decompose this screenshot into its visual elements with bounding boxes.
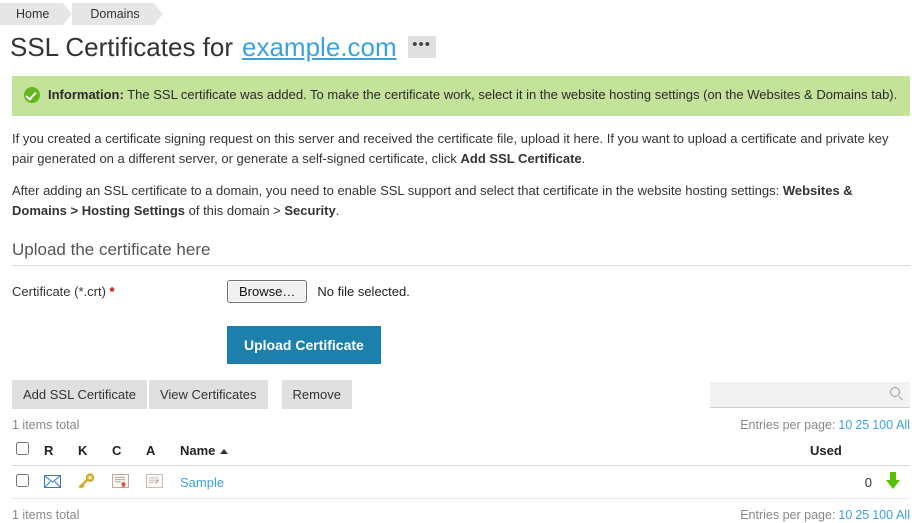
page-title: SSL Certificates for example.com ••• <box>10 33 922 62</box>
green-down-arrow-icon[interactable] <box>885 472 901 490</box>
paragraph-1-strong: Add SSL Certificate <box>460 150 582 166</box>
info-banner-text: Information: The SSL certificate was add… <box>48 86 897 105</box>
search-input[interactable] <box>710 381 910 407</box>
table-header-row: R K C A Name Used <box>12 438 910 467</box>
view-certificates-button[interactable]: View Certificates <box>148 380 268 410</box>
paragraph-1-text-a: If you created a certificate signing req… <box>12 131 889 166</box>
row-cell-k <box>74 465 108 500</box>
domain-link[interactable]: example.com <box>242 33 397 62</box>
more-options-button[interactable]: ••• <box>407 36 436 59</box>
paragraph-1-text-b: . <box>581 150 586 166</box>
upload-section-heading: Upload the certificate here <box>12 240 910 267</box>
sort-ascending-icon <box>220 449 229 454</box>
add-ssl-certificate-button[interactable]: Add SSL Certificate <box>12 380 147 410</box>
intro-paragraph-2: After adding an SSL certificate to a dom… <box>12 181 910 220</box>
entries-option-10-bottom[interactable]: 10 <box>838 508 852 522</box>
select-all-checkbox[interactable] <box>16 442 29 456</box>
paragraph-2-text-a: After adding an SSL certificate to a dom… <box>12 183 783 199</box>
row-cell-used: 0 <box>806 465 876 500</box>
table-head: R K C A Name Used <box>12 438 910 467</box>
table-body: Sample 0 <box>12 465 910 500</box>
search-box[interactable] <box>710 381 910 408</box>
certificate-field-label: Certificate (*.crt) * <box>12 284 227 299</box>
entries-option-25-bottom[interactable]: 25 <box>855 508 869 522</box>
column-c[interactable]: C <box>108 438 142 467</box>
info-banner-label: Information: <box>48 86 124 102</box>
browse-button[interactable]: Browse… <box>227 280 308 304</box>
upload-certificate-button[interactable]: Upload Certificate <box>227 326 381 365</box>
entries-option-100-top[interactable]: 100 <box>872 418 893 432</box>
info-banner: Information: The SSL certificate was add… <box>12 75 910 117</box>
pager-row-top: 1 items total Entries per page: 10 25 100 Al… <box>12 418 910 432</box>
check-circle-icon <box>24 86 40 103</box>
certificate-field-row: Certificate (*.crt) * Browse… No file se… <box>12 280 910 304</box>
submit-row: Upload Certificate <box>12 326 910 365</box>
column-download <box>876 438 910 467</box>
entries-per-page-label-bottom: Entries per page: <box>740 508 836 523</box>
pager-row-bottom: 1 items total Entries per page: 10 25 100 Al… <box>12 508 910 522</box>
row-cell-c <box>108 465 142 500</box>
certificate-name-link[interactable]: Sample <box>180 475 224 490</box>
row-cell-name: Sample <box>176 465 806 500</box>
column-used[interactable]: Used <box>806 438 876 467</box>
entries-per-page-label-top: Entries per page: <box>740 418 836 433</box>
entries-option-10-top[interactable]: 10 <box>838 418 852 432</box>
entries-option-100-bottom[interactable]: 100 <box>872 508 893 522</box>
column-name-label: Name <box>180 442 216 458</box>
row-cell-a <box>142 465 176 500</box>
paragraph-2-text-c: . <box>335 202 340 218</box>
list-toolbar: Add SSL Certificate View Certificates Re… <box>12 380 910 410</box>
items-total-top: 1 items total <box>12 418 80 433</box>
breadcrumb-item-domains[interactable]: Domains <box>72 3 164 25</box>
column-r[interactable]: R <box>40 438 74 467</box>
ca-certificate-icon <box>146 473 163 491</box>
file-status-text: No file selected. <box>317 284 410 300</box>
row-select-cell <box>12 465 40 500</box>
breadcrumb-item-home[interactable]: Home <box>0 3 73 25</box>
key-icon <box>78 473 95 491</box>
entries-per-page-bottom: Entries per page: 10 25 100 All <box>740 508 910 522</box>
column-k[interactable]: K <box>74 438 108 467</box>
items-total-bottom: 1 items total <box>12 508 80 523</box>
column-a[interactable]: A <box>142 438 176 467</box>
table-row[interactable]: Sample 0 <box>12 465 910 500</box>
entries-option-all-top[interactable]: All <box>896 418 910 432</box>
paragraph-2-text-b: of this domain > <box>185 202 285 218</box>
entries-option-25-top[interactable]: 25 <box>855 418 869 432</box>
paragraph-2-strong-b: Security <box>284 202 336 218</box>
entries-per-page-top: Entries per page: 10 25 100 All <box>740 418 910 432</box>
row-cell-download[interactable] <box>876 465 910 500</box>
certificate-icon <box>112 473 129 491</box>
certificate-field-label-text: Certificate (*.crt) <box>12 284 106 300</box>
column-select-all <box>12 438 40 467</box>
required-asterisk: * <box>109 284 115 300</box>
remove-button[interactable]: Remove <box>281 380 352 410</box>
column-name[interactable]: Name <box>176 438 806 467</box>
envelope-icon <box>44 474 61 491</box>
entries-option-all-bottom[interactable]: All <box>896 508 910 522</box>
info-banner-message: The SSL certificate was added. To make t… <box>127 86 898 102</box>
intro-paragraph-1: If you created a certificate signing req… <box>12 129 910 168</box>
row-cell-r <box>40 465 74 500</box>
certificates-table: R K C A Name Used Sample 0 <box>12 438 910 500</box>
row-checkbox[interactable] <box>16 474 29 488</box>
page-title-prefix: SSL Certificates for <box>10 32 234 62</box>
breadcrumb: Home Domains <box>0 3 922 25</box>
